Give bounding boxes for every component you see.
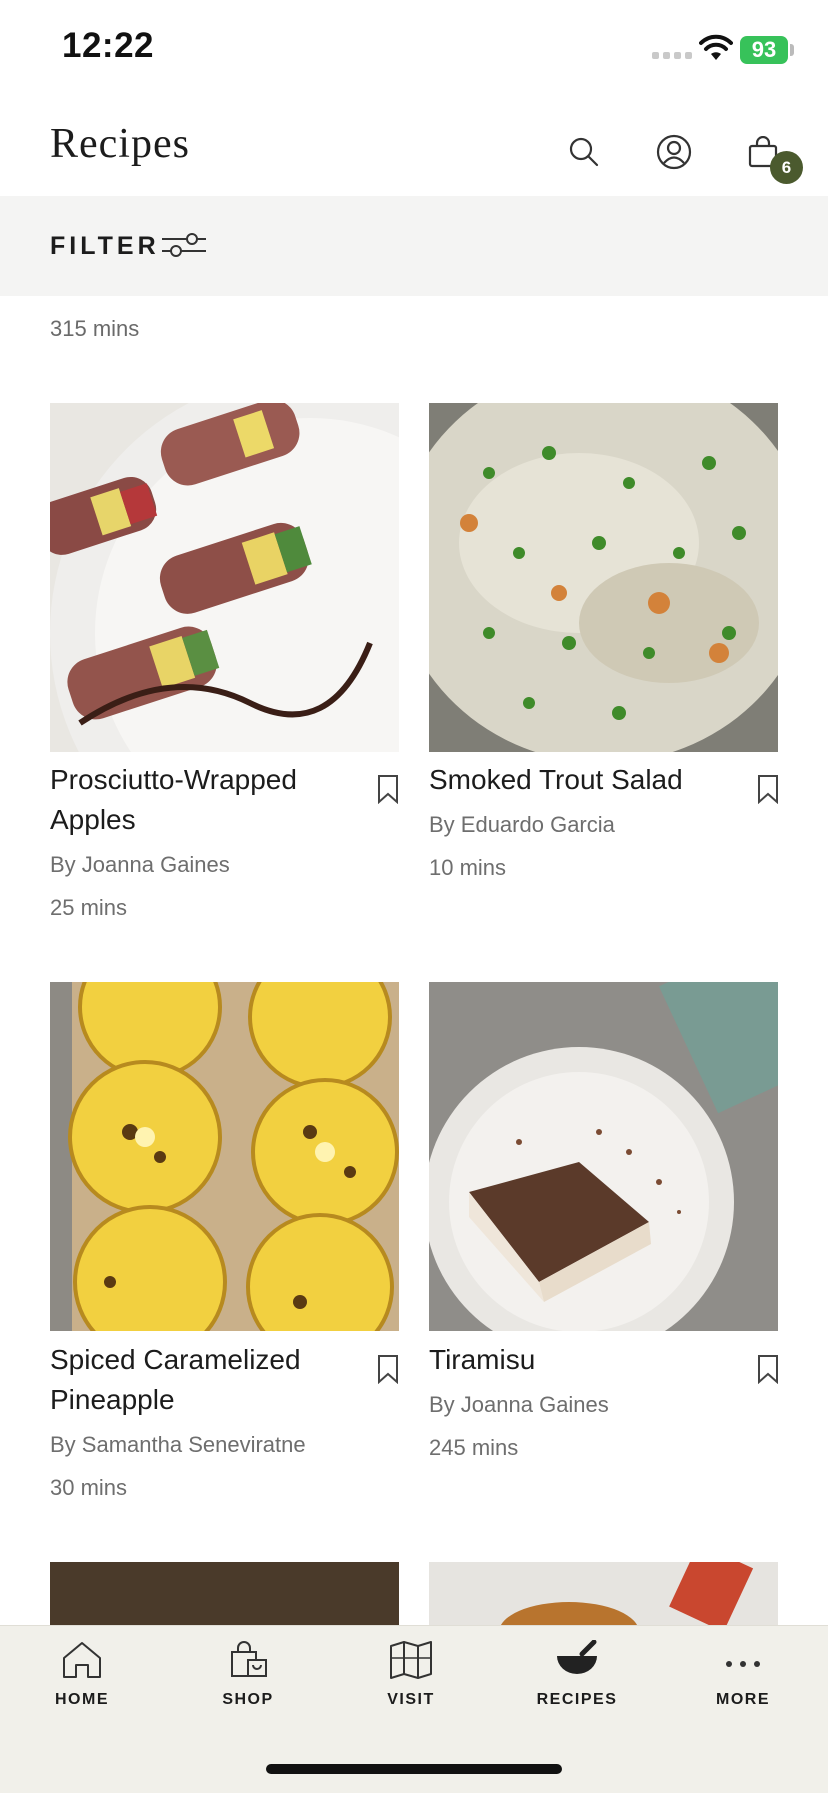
search-icon[interactable] bbox=[568, 136, 600, 168]
sliders-icon[interactable] bbox=[160, 230, 208, 260]
recipe-time: 25 mins bbox=[50, 895, 128, 920]
bookmark-icon[interactable] bbox=[377, 1354, 399, 1384]
recipe-author: By Joanna Gaines bbox=[50, 852, 230, 877]
recipe-image-trout-salad[interactable] bbox=[429, 403, 778, 752]
recipe-author: By Joanna Gaines bbox=[429, 1392, 609, 1417]
battery-icon: 93 bbox=[740, 36, 788, 64]
recipe-title[interactable]: Tiramisu bbox=[429, 1340, 749, 1380]
home-icon bbox=[63, 1642, 101, 1678]
recipe-image-next-right[interactable] bbox=[429, 1562, 778, 1625]
tab-visit[interactable]: VISIT bbox=[351, 1640, 471, 1709]
tab-label: RECIPES bbox=[536, 1691, 618, 1708]
account-icon[interactable] bbox=[656, 134, 692, 170]
more-dots-icon bbox=[726, 1661, 760, 1667]
tab-label: SHOP bbox=[222, 1691, 274, 1708]
bookmark-icon[interactable] bbox=[377, 774, 399, 804]
cart-count-badge: 6 bbox=[770, 151, 803, 184]
bookmark-icon[interactable] bbox=[757, 1354, 779, 1384]
recipe-image-pineapple[interactable] bbox=[50, 982, 399, 1331]
recipe-image-prosciutto[interactable] bbox=[50, 403, 399, 752]
page-title: Recipes bbox=[50, 121, 190, 167]
recipe-time: 30 mins bbox=[50, 1475, 128, 1500]
recipe-time: 245 mins bbox=[429, 1435, 519, 1460]
tab-more[interactable]: MORE bbox=[683, 1640, 803, 1709]
tab-shop[interactable]: SHOP bbox=[188, 1640, 308, 1709]
map-icon bbox=[390, 1641, 432, 1679]
bookmark-icon[interactable] bbox=[757, 774, 779, 804]
signal-icon bbox=[652, 52, 692, 59]
shopping-bag-icon bbox=[231, 1641, 267, 1677]
tab-recipes[interactable]: RECIPES bbox=[517, 1639, 637, 1709]
battery-nub bbox=[790, 44, 794, 56]
filter-button[interactable]: FILTER bbox=[50, 232, 160, 261]
previous-recipe-time: 315 mins bbox=[50, 316, 140, 341]
recipe-title[interactable]: Smoked Trout Salad bbox=[429, 760, 749, 800]
status-bar: 12:22 93 bbox=[0, 0, 828, 100]
tab-label: MORE bbox=[716, 1691, 770, 1708]
home-indicator[interactable] bbox=[266, 1764, 562, 1774]
wifi-icon bbox=[699, 34, 733, 60]
mortar-bowl-icon bbox=[557, 1639, 597, 1674]
status-time: 12:22 bbox=[62, 26, 155, 65]
recipe-author: By Eduardo Garcia bbox=[429, 812, 615, 837]
recipe-image-next-left[interactable] bbox=[50, 1562, 399, 1625]
recipe-title[interactable]: Spiced Caramelized Pineapple bbox=[50, 1340, 370, 1420]
tab-label: HOME bbox=[55, 1691, 109, 1708]
recipe-title[interactable]: Prosciutto-Wrapped Apples bbox=[50, 760, 370, 840]
tab-home[interactable]: HOME bbox=[22, 1640, 142, 1709]
recipe-time: 10 mins bbox=[429, 855, 507, 880]
tab-label: VISIT bbox=[387, 1691, 435, 1708]
recipe-author: By Samantha Seneviratne bbox=[50, 1432, 306, 1457]
recipe-image-tiramisu[interactable] bbox=[429, 982, 778, 1331]
